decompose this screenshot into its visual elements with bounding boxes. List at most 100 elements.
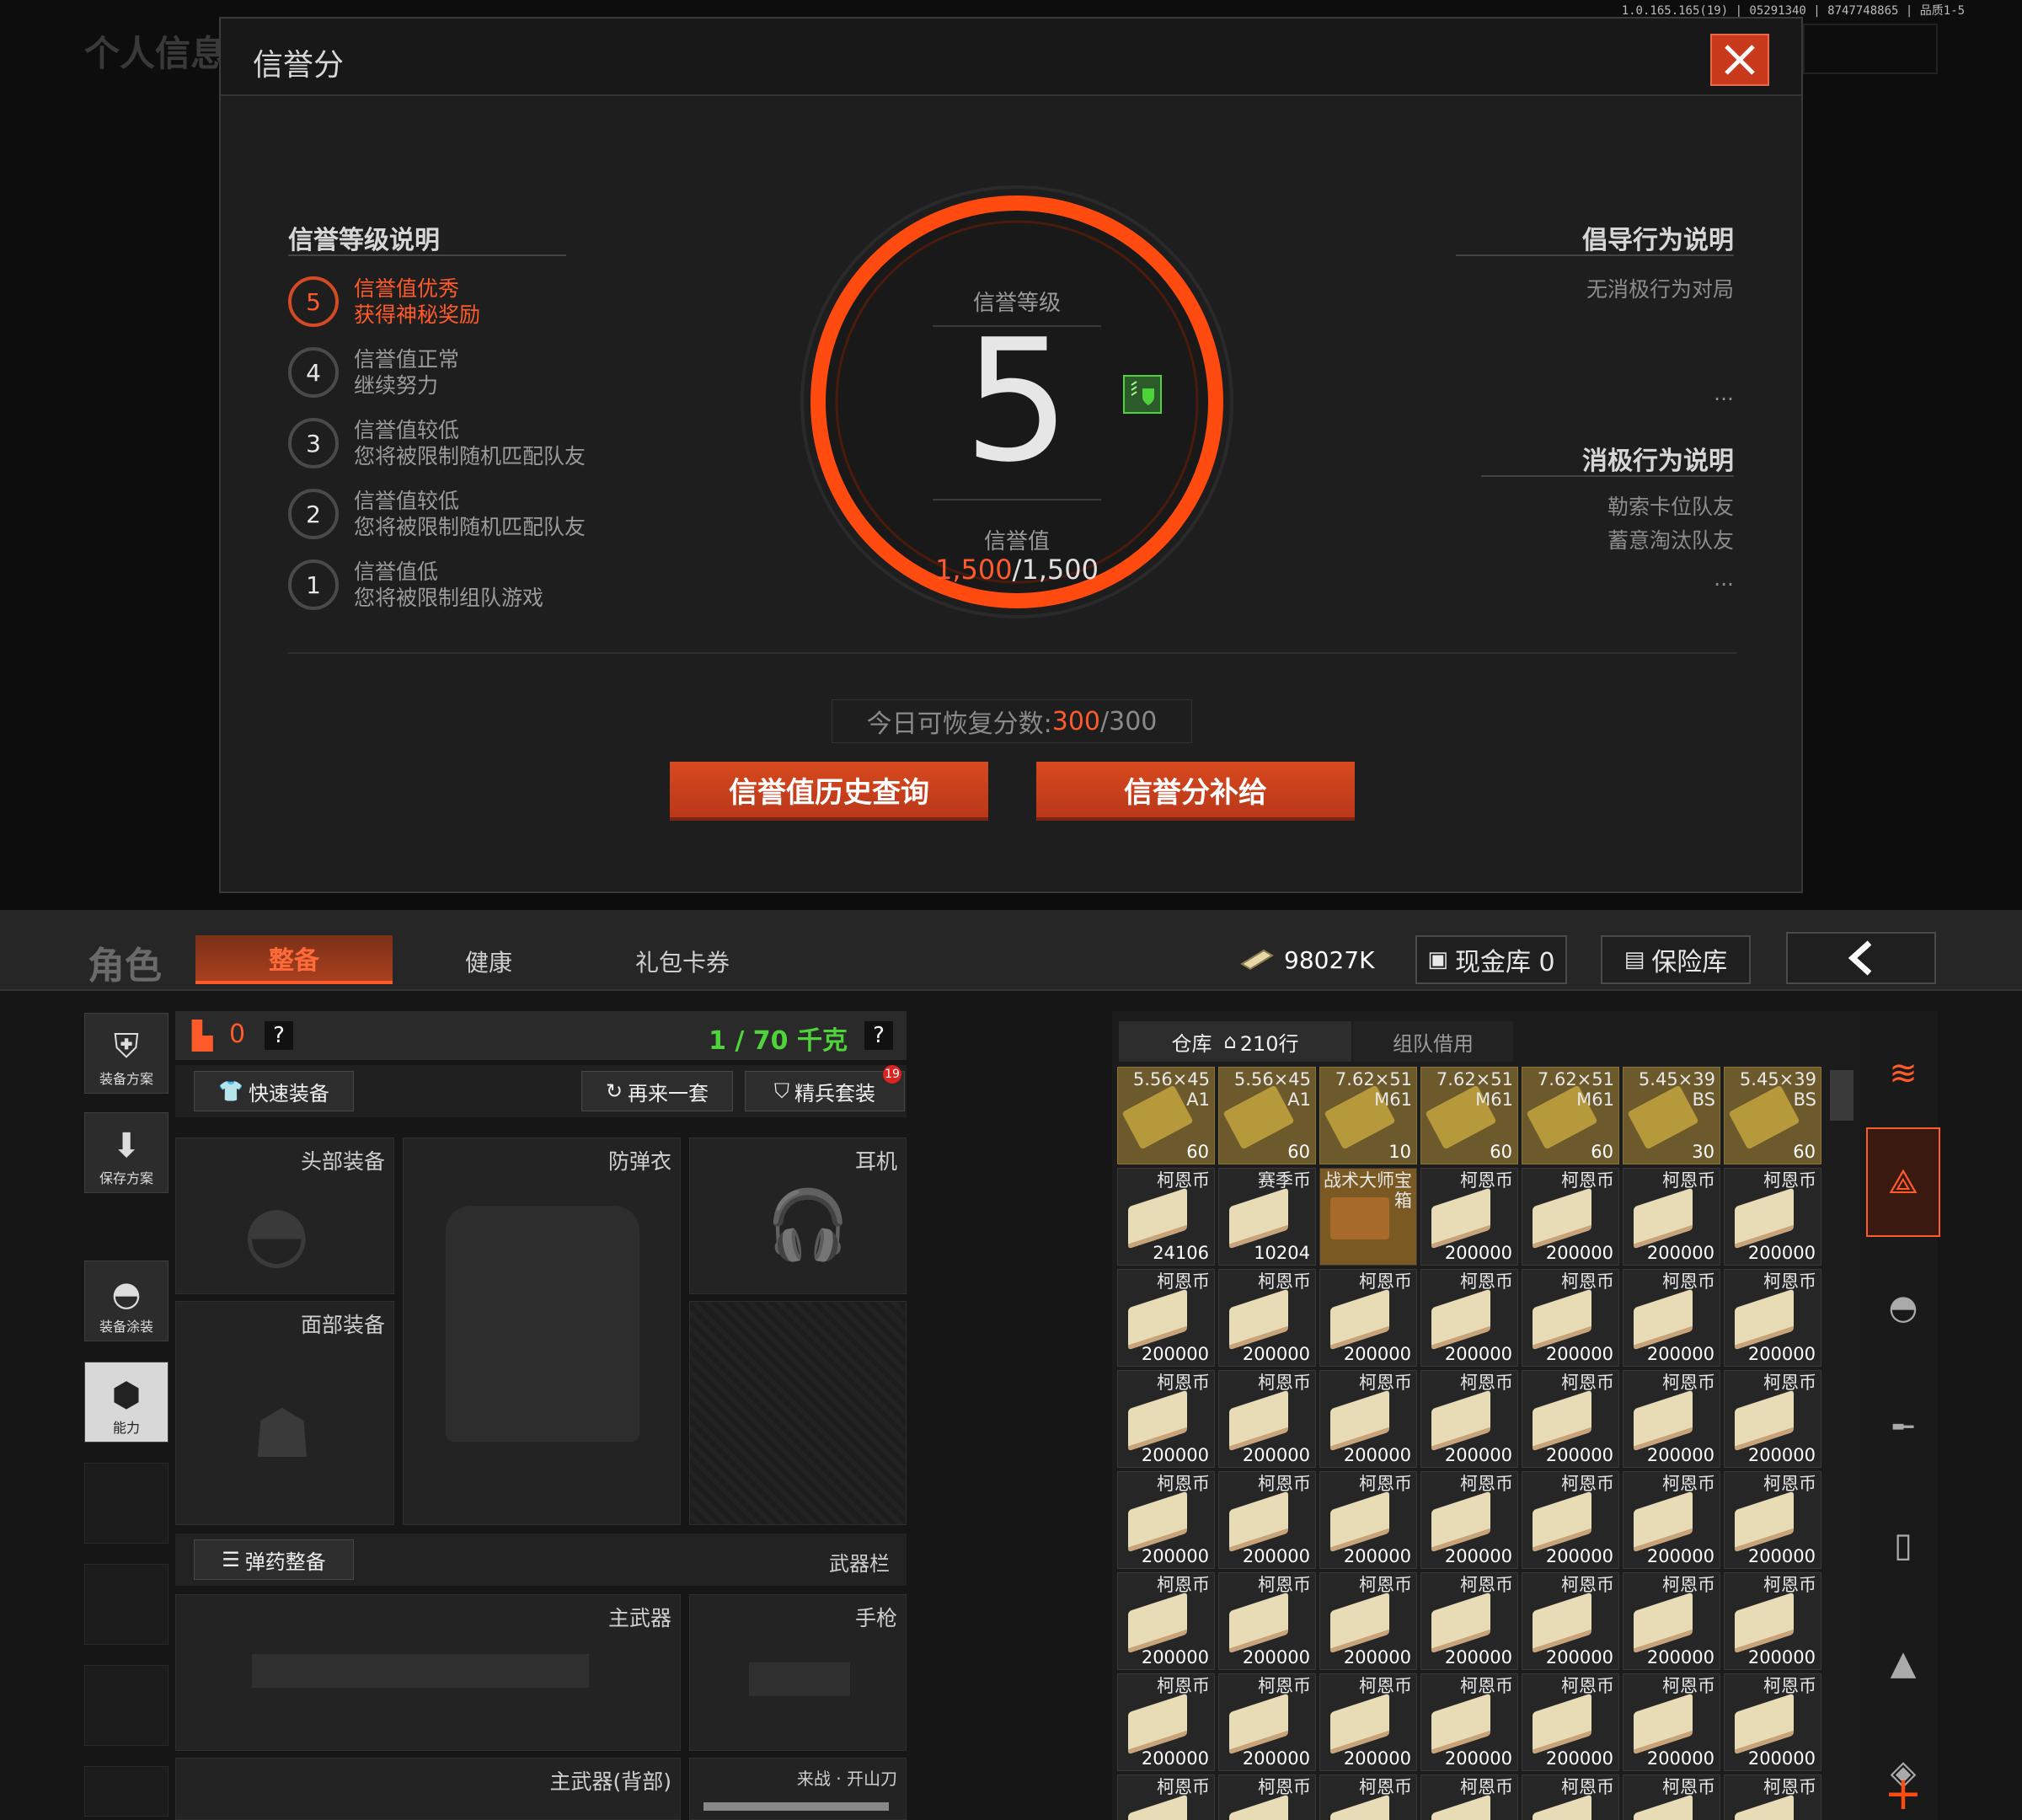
warehouse-item[interactable]: 柯恩币200000	[1117, 1471, 1215, 1569]
warehouse-item[interactable]: 柯恩币200000	[1724, 1269, 1821, 1367]
warehouse-item[interactable]: 赛季币 10204	[1218, 1168, 1316, 1266]
warehouse-item[interactable]: 柯恩币200000	[1218, 1774, 1316, 1820]
warehouse-item[interactable]: 柯恩币200000	[1420, 1774, 1518, 1820]
warehouse-item[interactable]: 柯恩币200000	[1420, 1168, 1518, 1266]
warehouse-item[interactable]: 柯恩币200000	[1522, 1269, 1619, 1367]
warehouse-item[interactable]: 柯恩币200000	[1319, 1774, 1417, 1820]
warehouse-item[interactable]: 柯恩币200000	[1724, 1168, 1821, 1266]
warehouse-item[interactable]: 柯恩币200000	[1218, 1269, 1316, 1367]
warehouse-item[interactable]: 柯恩币200000	[1319, 1370, 1417, 1468]
team-borrow-tab[interactable]: 组队借用	[1353, 1021, 1513, 1062]
warehouse-item[interactable]: 柯恩币200000	[1319, 1269, 1417, 1367]
helmet-icon[interactable]: ◓	[1866, 1271, 1940, 1345]
warehouse-item[interactable]: 柯恩币200000	[1724, 1673, 1821, 1771]
warehouse-item[interactable]: 柯恩币200000	[1522, 1572, 1619, 1670]
warehouse-item[interactable]: 5.56×45 A1 60	[1218, 1067, 1316, 1164]
back-button[interactable]	[1786, 932, 1936, 984]
warehouse-item[interactable]: 柯恩币200000	[1623, 1673, 1720, 1771]
warehouse-item[interactable]: 柯恩币200000	[1218, 1673, 1316, 1771]
elite-set-button[interactable]: ⛉ 精兵套装	[745, 1071, 905, 1111]
ability-button[interactable]: ⬢ 能力	[84, 1362, 168, 1443]
warehouse-item[interactable]: 柯恩币200000	[1623, 1471, 1720, 1569]
melee-slot[interactable]: 来战 · 开山刀	[689, 1758, 907, 1820]
save-plan-button[interactable]: ⬇ 保存方案	[84, 1112, 168, 1193]
level-row-3: 3 信誉值较低 您将被限制随机匹配队友	[288, 413, 726, 474]
warehouse-item[interactable]: 柯恩币200000	[1724, 1572, 1821, 1670]
warehouse-item[interactable]: 柯恩币200000	[1623, 1370, 1720, 1468]
warehouse-item[interactable]: 柯恩币200000	[1319, 1572, 1417, 1670]
warehouse-item[interactable]: 柯恩币200000	[1623, 1168, 1720, 1266]
warehouse-item[interactable]: 柯恩币200000	[1218, 1572, 1316, 1670]
warehouse-item[interactable]: 柯恩币200000	[1623, 1572, 1720, 1670]
warehouse-item[interactable]: 战术大师宝箱	[1319, 1168, 1417, 1266]
warehouse-tab[interactable]: 仓库 ⌂ 210行	[1119, 1021, 1351, 1062]
warehouse-item[interactable]: 柯恩币200000	[1117, 1774, 1215, 1820]
warehouse-item[interactable]: 柯恩币200000	[1522, 1471, 1619, 1569]
again-button[interactable]: ↻ 再来一套	[581, 1071, 733, 1111]
item-name: 柯恩币	[1157, 1170, 1210, 1191]
warehouse-item[interactable]: 柯恩币200000	[1319, 1673, 1417, 1771]
warehouse-item[interactable]: 柯恩币200000	[1218, 1370, 1316, 1468]
vest-slot[interactable]: 防弹衣	[403, 1138, 681, 1525]
background-back-button	[1803, 24, 1938, 74]
item-name: 柯恩币	[1359, 1474, 1412, 1494]
helmet-paint-icon: ◓	[111, 1275, 142, 1314]
cash-vault-button[interactable]: ▣ 现金库 0	[1415, 935, 1567, 984]
warehouse-item[interactable]: 柯恩币200000	[1420, 1572, 1518, 1670]
magazine-icon[interactable]: ▯	[1866, 1508, 1940, 1582]
warehouse-item[interactable]: 柯恩币200000	[1117, 1269, 1215, 1367]
weight-help-button[interactable]: ?	[864, 1021, 893, 1050]
warehouse-item[interactable]: 柯恩币 24106	[1117, 1168, 1215, 1266]
warehouse-item[interactable]: 柯恩币200000	[1724, 1370, 1821, 1468]
safe-button[interactable]: ▤ 保险库	[1601, 935, 1751, 984]
plus-icon[interactable]: +	[1866, 1766, 1940, 1820]
main-weapon-back-slot[interactable]: 主武器(背部)	[175, 1758, 681, 1820]
warehouse-item[interactable]: 柯恩币200000	[1522, 1168, 1619, 1266]
warehouse-item[interactable]: 柯恩币200000	[1623, 1774, 1720, 1820]
item-name: 5.45×39 BS	[1739, 1069, 1816, 1110]
warehouse-item[interactable]: 柯恩币200000	[1420, 1673, 1518, 1771]
quick-equip-button[interactable]: 👕 快速装备	[194, 1071, 354, 1111]
warehouse-item[interactable]: 柯恩币200000	[1623, 1269, 1720, 1367]
ear-slot[interactable]: 耳机 🎧	[689, 1138, 907, 1294]
supplement-button[interactable]: 信誉分补给	[1036, 762, 1355, 821]
face-slot[interactable]: 面部装备 ☗	[175, 1301, 394, 1525]
warehouse-item[interactable]: 5.45×39 BS 60	[1724, 1067, 1821, 1164]
warehouse-item[interactable]: 柯恩币200000	[1218, 1471, 1316, 1569]
warehouse-item[interactable]: 柯恩币200000	[1522, 1370, 1619, 1468]
ammo-equip-button[interactable]: ☰ 弹药整备	[194, 1539, 354, 1580]
equip-paint-button[interactable]: ◓ 装备涂装	[84, 1261, 168, 1341]
bullet-icon[interactable]: ▲	[1866, 1626, 1940, 1700]
tab-gift-cards[interactable]: 礼包卡券	[581, 939, 784, 984]
warehouse-item[interactable]: 柯恩币200000	[1117, 1370, 1215, 1468]
warehouse-item[interactable]: 柯恩币200000	[1522, 1774, 1619, 1820]
warehouse-item[interactable]: 柯恩币200000	[1117, 1673, 1215, 1771]
warehouse-item[interactable]: 柯恩币200000	[1724, 1774, 1821, 1820]
warehouse-item[interactable]: 柯恩币200000	[1117, 1572, 1215, 1670]
warehouse-scrollbar[interactable]	[1830, 1070, 1854, 1121]
warehouse-item[interactable]: 7.62×51 M61 60	[1522, 1067, 1619, 1164]
pistol-slot[interactable]: 手枪	[689, 1594, 907, 1751]
warehouse-item[interactable]: 柯恩币200000	[1420, 1269, 1518, 1367]
rifle-icon[interactable]: ╾	[1866, 1390, 1940, 1464]
warehouse-item[interactable]: 柯恩币200000	[1522, 1673, 1619, 1771]
stack-icon[interactable]: ≋	[1866, 1036, 1940, 1111]
warehouse-item[interactable]: 5.45×39 BS 30	[1623, 1067, 1720, 1164]
warehouse-item[interactable]: 柯恩币200000	[1420, 1471, 1518, 1569]
all-items-icon[interactable]: ⟁	[1866, 1127, 1940, 1237]
head-slot[interactable]: 头部装备 ◓	[175, 1138, 394, 1294]
main-weapon-slot[interactable]: 主武器	[175, 1594, 681, 1751]
help-button[interactable]: ?	[265, 1021, 293, 1050]
loadout-plan-button[interactable]: ⛨ 装备方案	[84, 1013, 168, 1094]
history-button[interactable]: 信誉值历史查询	[670, 762, 988, 821]
warehouse-item[interactable]: 柯恩币200000	[1420, 1370, 1518, 1468]
tab-equip[interactable]: 整备	[195, 935, 393, 984]
warehouse-item[interactable]: 柯恩币200000	[1724, 1471, 1821, 1569]
cash-stack-icon	[1431, 1389, 1490, 1452]
warehouse-item[interactable]: 7.62×51 M61 10	[1319, 1067, 1417, 1164]
close-button[interactable]	[1710, 34, 1769, 86]
tab-health[interactable]: 健康	[421, 939, 556, 984]
warehouse-item[interactable]: 7.62×51 M61 60	[1420, 1067, 1518, 1164]
warehouse-item[interactable]: 5.56×45 A1 60	[1117, 1067, 1215, 1164]
warehouse-item[interactable]: 柯恩币200000	[1319, 1471, 1417, 1569]
